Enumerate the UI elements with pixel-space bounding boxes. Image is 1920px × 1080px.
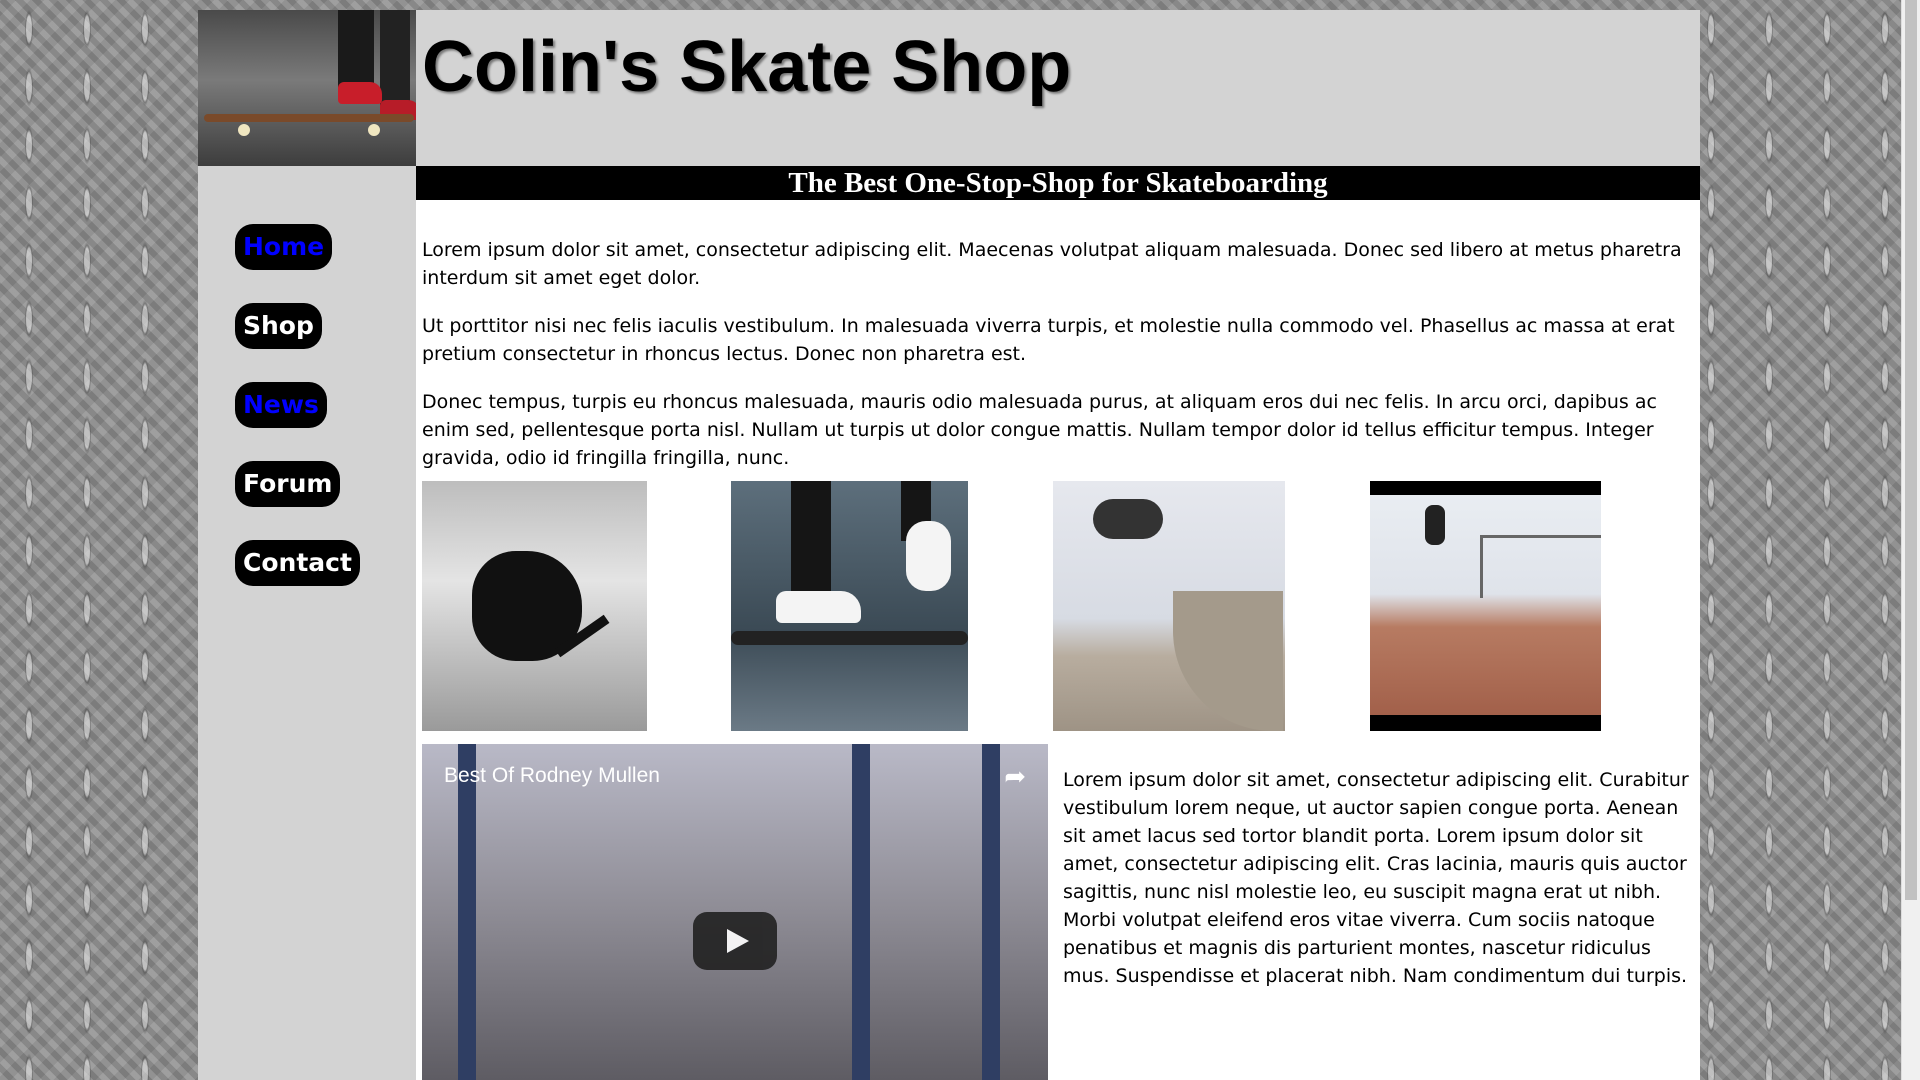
play-icon[interactable]: [693, 912, 777, 970]
tagline-bar: The Best One-Stop-Shop for Skateboarding: [416, 166, 1700, 200]
main-content: Lorem ipsum dolor sit amet, consectetur …: [416, 200, 1700, 1080]
scrollbar[interactable]: [1901, 0, 1920, 1080]
skater-jump-photo: [1053, 481, 1285, 731]
main-nav: Home Shop News Forum Contact: [235, 224, 360, 619]
body-paragraph: Ut porttitor nisi nec felis iaculis vest…: [422, 315, 1675, 365]
body-paragraph: Donec tempus, turpis eu rhoncus malesuad…: [422, 391, 1657, 469]
nav-shop[interactable]: Shop: [235, 303, 322, 349]
video-player[interactable]: Best Of Rodney Mullen ➦: [422, 744, 1048, 1080]
skateboard-logo-image: [198, 10, 416, 166]
site-title: Colin's Skate Shop: [422, 27, 1072, 107]
nav-forum[interactable]: Forum: [235, 461, 341, 507]
header: Colin's Skate Shop: [416, 10, 1700, 166]
skateboard-shoes-photo: [731, 481, 968, 731]
nav-contact[interactable]: Contact: [235, 540, 360, 586]
video-title[interactable]: Best Of Rodney Mullen: [444, 764, 660, 788]
page-container: Home Shop News Forum Contact Colin's Ska…: [198, 10, 1700, 1080]
share-icon[interactable]: ➦: [1004, 762, 1026, 792]
stair-gap-photo: [1370, 481, 1601, 731]
nav-home[interactable]: Home: [235, 224, 333, 270]
nav-news[interactable]: News: [235, 382, 327, 428]
sidebar: Home Shop News Forum Contact: [198, 10, 416, 1080]
skater-silhouette-photo: [422, 481, 647, 731]
side-paragraph: Lorem ipsum dolor sit amet, consectetur …: [1063, 769, 1689, 987]
scrollbar-thumb[interactable]: [1905, 0, 1917, 900]
intro-paragraph: Lorem ipsum dolor sit amet, consectetur …: [422, 239, 1682, 289]
